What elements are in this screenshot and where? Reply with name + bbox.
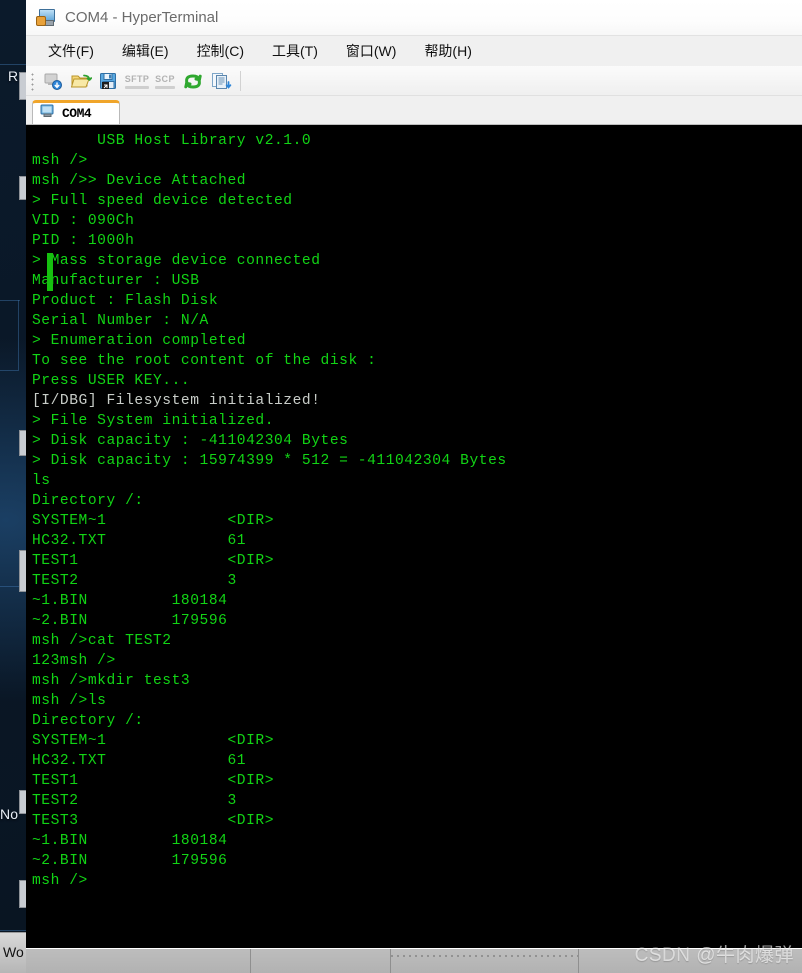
tab-com4[interactable]: COM4 <box>32 100 120 124</box>
title-bar: COM4 - HyperTerminal <box>26 0 802 36</box>
terminal-line: ls <box>32 473 51 489</box>
terminal-line: USB Host Library v2.1.0 <box>32 133 312 149</box>
terminal-line: msh />ls <box>32 693 107 709</box>
terminal-line: ~2.BIN 179596 <box>32 853 228 869</box>
terminal-line: To see the root content of the disk : <box>32 353 377 369</box>
menu-window[interactable]: 窗口(W) <box>332 37 411 65</box>
terminal-line: Directory /: <box>32 493 144 509</box>
tool-bar: SFTP SCP <box>26 66 802 96</box>
status-cell-info <box>251 949 391 973</box>
menu-control[interactable]: 控制(C) <box>183 37 258 65</box>
terminal-line: > Disk capacity : 15974399 * 512 = -4110… <box>32 453 507 469</box>
terminal-line: PID : 1000h <box>32 233 135 249</box>
desktop-text-fragment: No <box>0 806 19 822</box>
terminal-line: [I/DBG] Filesystem initialized! <box>32 393 321 409</box>
terminal-line: TEST1 <DIR> <box>32 773 274 789</box>
terminal-line: TEST3 <DIR> <box>32 813 274 829</box>
wallpaper-line <box>0 370 19 371</box>
window-title: COM4 - HyperTerminal <box>65 9 219 26</box>
terminal-line: Serial Number : N/A <box>32 313 209 329</box>
terminal-output[interactable]: USB Host Library v2.1.0 msh /> msh />> Dev… <box>26 125 802 948</box>
terminal-text-area: USB Host Library v2.1.0 msh /> msh />> Dev… <box>32 131 802 891</box>
terminal-line: TEST1 <DIR> <box>32 553 274 569</box>
terminal-line: Manufacturer : USB <box>32 273 200 289</box>
toolbar-separator <box>240 71 241 91</box>
connect-icon[interactable] <box>39 68 67 94</box>
wallpaper-line <box>18 300 19 370</box>
terminal-line: SYSTEM~1 <DIR> <box>32 733 274 749</box>
terminal-line: > Mass storage device connected <box>32 253 321 269</box>
menu-edit[interactable]: 编辑(E) <box>108 37 183 65</box>
terminal-line: TEST2 3 <box>32 573 237 589</box>
sftp-label: SFTP <box>125 74 150 89</box>
status-bar <box>26 948 802 973</box>
menu-tools[interactable]: 工具(T) <box>258 37 332 65</box>
sftp-button[interactable]: SFTP <box>123 68 151 94</box>
computer-serial-icon <box>36 9 56 26</box>
terminal-line: Press USER KEY... <box>32 373 191 389</box>
wallpaper-line <box>0 930 26 931</box>
scp-label: SCP <box>155 74 175 89</box>
hyperterminal-window: COM4 - HyperTerminal 文件(F) 编辑(E) 控制(C) 工… <box>26 0 802 973</box>
save-floppy-icon[interactable] <box>95 68 123 94</box>
terminal-line: ~1.BIN 180184 <box>32 833 228 849</box>
scp-button[interactable]: SCP <box>151 68 179 94</box>
wallpaper-line <box>0 300 20 301</box>
terminal-line: > File System initialized. <box>32 413 274 429</box>
toolbar-drag-handle[interactable] <box>30 71 36 91</box>
terminal-line: Directory /: <box>32 713 144 729</box>
status-cell-activity <box>390 949 579 973</box>
terminal-cursor-bar <box>47 253 53 291</box>
terminal-line: ~1.BIN 180184 <box>32 593 228 609</box>
open-folder-icon[interactable] <box>67 68 95 94</box>
desktop-text-fragment: R <box>8 68 19 84</box>
terminal-line: msh /> <box>32 153 88 169</box>
terminal-line: msh /> <box>32 873 88 889</box>
session-icon <box>40 104 56 123</box>
wallpaper-line <box>0 64 26 65</box>
terminal-line: > Disk capacity : -411042304 Bytes <box>32 433 349 449</box>
terminal-line: VID : 090Ch <box>32 213 135 229</box>
tab-label: COM4 <box>62 106 92 121</box>
menu-bar: 文件(F) 编辑(E) 控制(C) 工具(T) 窗口(W) 帮助(H) <box>26 36 802 66</box>
terminal-line: msh />cat TEST2 <box>32 633 172 649</box>
terminal-line: TEST2 3 <box>32 793 237 809</box>
terminal-line: HC32.TXT 61 <box>32 533 247 549</box>
status-cell-extra <box>579 949 802 973</box>
terminal-line: HC32.TXT 61 <box>32 753 247 769</box>
reconnect-icon[interactable] <box>179 68 207 94</box>
tab-strip: COM4 <box>26 96 802 125</box>
terminal-line: SYSTEM~1 <DIR> <box>32 513 274 529</box>
taskbar-text-fragment: Wo <box>3 944 24 960</box>
terminal-line: 123msh /> <box>32 653 116 669</box>
terminal-line: Product : Flash Disk <box>32 293 219 309</box>
menu-help[interactable]: 帮助(H) <box>410 37 485 65</box>
terminal-line: msh />> Device Attached <box>32 173 247 189</box>
status-cell-connection <box>26 949 251 973</box>
terminal-line: > Enumeration completed <box>32 333 247 349</box>
terminal-line: ~2.BIN 179596 <box>32 613 228 629</box>
terminal-line: > Full speed device detected <box>32 193 293 209</box>
menu-file[interactable]: 文件(F) <box>34 37 108 65</box>
terminal-line: msh />mkdir test3 <box>32 673 191 689</box>
log-document-icon[interactable] <box>207 68 235 94</box>
